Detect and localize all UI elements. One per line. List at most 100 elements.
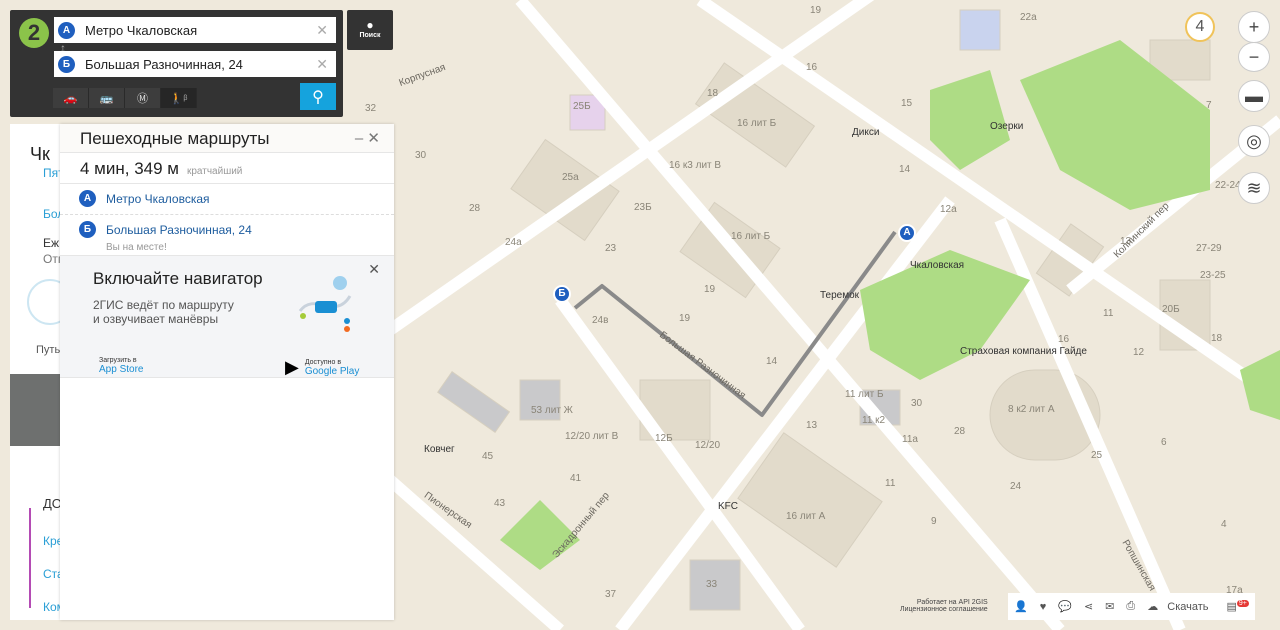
building-number: 11 лит Б bbox=[845, 389, 884, 400]
heart-icon[interactable]: ♥ bbox=[1034, 601, 1053, 613]
promo-text: 2ГИС ведёт по маршруту bbox=[93, 298, 234, 312]
building-number: 22а bbox=[1020, 12, 1037, 23]
building-number: 24а bbox=[505, 237, 522, 248]
search-icon: ⚲ bbox=[312, 88, 324, 106]
building-number: 24 bbox=[1010, 481, 1022, 492]
clear-icon[interactable]: ✕ bbox=[316, 56, 336, 73]
arrival-note: Вы на месте! bbox=[106, 242, 167, 253]
building-number: 16 bbox=[1058, 334, 1070, 345]
building-number: 14 bbox=[899, 164, 911, 175]
place-photo[interactable] bbox=[10, 374, 62, 446]
building-number: 8 к2 лит А bbox=[1008, 404, 1055, 415]
building-number: 28 bbox=[469, 203, 481, 214]
api-credit: Работает на API 2GIS Лицензионное соглаше… bbox=[900, 599, 988, 613]
badge-b: Б bbox=[79, 221, 96, 238]
api-text[interactable]: Работает на API 2GIS bbox=[900, 599, 988, 606]
from-input[interactable]: Метро Чкаловская bbox=[85, 23, 316, 38]
route-point-a[interactable]: А Метро Чкаловская bbox=[60, 184, 394, 215]
user-icon[interactable]: 👤 bbox=[1008, 600, 1034, 613]
building-number: 12а bbox=[940, 204, 957, 215]
building-number: 16 к3 лит В bbox=[669, 160, 722, 171]
to-input[interactable]: Большая Разночинная, 24 bbox=[85, 57, 316, 72]
print-icon[interactable]: ⎙ bbox=[1120, 600, 1141, 613]
building-number: 12/20 лит В bbox=[565, 431, 619, 442]
building-number: 13 bbox=[806, 420, 818, 431]
building-number: 30 bbox=[911, 398, 923, 409]
share-icon[interactable]: ⋖ bbox=[1078, 600, 1099, 613]
ruler-icon[interactable]: ▬ bbox=[1238, 80, 1270, 112]
mail-icon[interactable]: ✉ bbox=[1099, 600, 1120, 613]
building-number: 19 bbox=[810, 5, 822, 16]
google-play-link[interactable]: ▶ Доступно в Google Play bbox=[285, 357, 359, 378]
building-number: 16 лит А bbox=[786, 511, 826, 522]
path-label: Путь bbox=[36, 344, 61, 356]
pin-icon: ● bbox=[366, 18, 374, 32]
beta-label: β bbox=[183, 94, 188, 102]
place-card-background: Чк Пят Бол Еж Отп Путь ДО Кре Ста Ком bbox=[10, 124, 62, 620]
building-number: 4 bbox=[1221, 519, 1227, 530]
mode-car-icon[interactable]: 🚗 bbox=[53, 88, 89, 108]
chat-icon[interactable]: 💬 bbox=[1052, 600, 1078, 613]
badge-a: А bbox=[58, 21, 75, 39]
locate-icon[interactable]: ◎ bbox=[1238, 125, 1270, 157]
navigator-promo: Включайте навигатор 2ГИС ведёт по маршру… bbox=[60, 255, 394, 378]
store-caption: Доступно в bbox=[304, 358, 342, 366]
building-number: 53 лит Ж bbox=[531, 405, 573, 416]
building-number: 11а bbox=[902, 434, 918, 445]
mode-bus-icon[interactable]: 🚌 bbox=[89, 88, 125, 108]
from-field[interactable]: А Метро Чкаловская ✕ bbox=[54, 17, 336, 43]
route-search-bar: 2 А Метро Чкаловская ✕ ↕ Б Большая Разночин… bbox=[10, 10, 343, 117]
building-number: 16 лит Б bbox=[737, 118, 777, 129]
poi-kfc[interactable]: KFC bbox=[718, 501, 738, 512]
poi-diksi[interactable]: Дикси bbox=[852, 127, 879, 138]
clear-icon[interactable]: ✕ bbox=[316, 22, 336, 39]
layers-icon[interactable]: ≋ bbox=[1238, 172, 1270, 204]
poi-teremok[interactable]: Теремок bbox=[820, 290, 859, 301]
zoom-out-button[interactable]: − bbox=[1238, 42, 1270, 72]
to-field[interactable]: Б Большая Разночинная, 24 ✕ bbox=[54, 51, 336, 77]
poi-ozerki[interactable]: Озерки bbox=[990, 121, 1023, 132]
search-route-button[interactable]: ⚲ bbox=[300, 83, 336, 110]
building-number: 14 bbox=[766, 356, 778, 367]
play-icon: ▶ bbox=[285, 357, 299, 377]
building-number: 12 bbox=[1133, 347, 1145, 358]
route-point-b[interactable]: Б Большая Разночинная, 24 Вы на месте! bbox=[60, 215, 394, 255]
route-tag: кратчайший bbox=[186, 166, 243, 177]
badge-b: Б bbox=[58, 55, 75, 73]
point-link[interactable]: Метро Чкаловская bbox=[106, 192, 210, 206]
license-link[interactable]: Лицензионное соглашение bbox=[900, 606, 988, 613]
mode-walk-icon[interactable]: 🚶 β bbox=[161, 88, 197, 108]
search-mode-button[interactable]: ● Поиск bbox=[347, 10, 393, 50]
2gis-logo[interactable]: 2 bbox=[19, 18, 49, 48]
store-name: Google Play bbox=[304, 365, 360, 377]
route-icon[interactable] bbox=[27, 279, 62, 325]
poi-metro-chkalovskaya[interactable]: Чкаловская bbox=[910, 260, 964, 271]
news-icon[interactable]: ▤ 9+ bbox=[1221, 600, 1255, 613]
building-number: 25Б bbox=[573, 101, 591, 112]
close-icon[interactable]: ✕ bbox=[367, 130, 380, 147]
poi-kovcheg[interactable]: Ковчег bbox=[424, 444, 455, 455]
app-store-link[interactable]: Загрузить в App Store bbox=[93, 357, 143, 375]
building-number: 43 bbox=[494, 498, 506, 509]
zoom-level: 4 bbox=[1185, 12, 1215, 42]
building-number: 6 bbox=[1161, 437, 1167, 448]
building-number: 25а bbox=[562, 172, 579, 183]
mode-metro-icon[interactable]: Ⓜ bbox=[125, 88, 161, 108]
close-promo-icon[interactable]: ✕ bbox=[368, 261, 380, 278]
bottom-toolbar: 👤 ♥ 💬 ⋖ ✉ ⎙ ☁ Скачать ▤ 9+ bbox=[1008, 593, 1255, 620]
download-button[interactable]: ☁ Скачать bbox=[1141, 600, 1220, 613]
minimize-icon[interactable]: – bbox=[355, 130, 363, 147]
building-number: 30 bbox=[415, 150, 427, 161]
badge-a: А bbox=[79, 190, 96, 207]
building-number: 37 bbox=[605, 589, 617, 600]
zoom-in-button[interactable]: + bbox=[1238, 11, 1270, 43]
building-number: 11 bbox=[1103, 308, 1114, 319]
route-marker-a[interactable]: А bbox=[898, 224, 916, 242]
route-marker-b[interactable]: Б bbox=[553, 285, 571, 303]
point-link[interactable]: Большая Разночинная, 24 bbox=[106, 223, 252, 237]
building-number: 12/20 bbox=[695, 440, 721, 451]
news-badge: 9+ bbox=[1236, 600, 1249, 608]
building-number: 18 bbox=[1211, 333, 1223, 344]
building-number: 18 bbox=[707, 88, 719, 99]
poi-insurance-gaide[interactable]: Страховая компания Гайде bbox=[960, 346, 1087, 357]
